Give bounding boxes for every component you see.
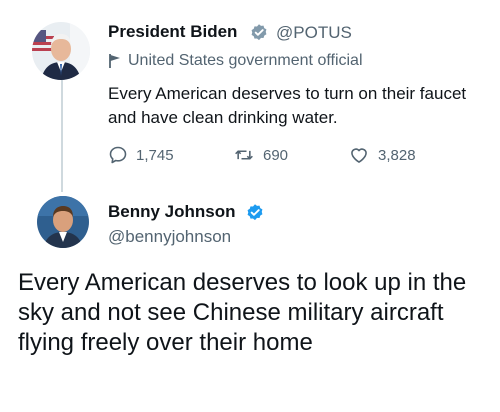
benny-name[interactable]: Benny Johnson [108,202,236,222]
potus-name[interactable]: President Biden [108,22,237,42]
verified-badge-icon [251,24,267,41]
like-icon [351,148,367,163]
government-label-text: United States government official [128,52,363,69]
tweet-text: Every American deserves to turn on their… [108,84,467,127]
potus-avatar[interactable] [32,22,90,80]
thread-line [61,80,63,192]
reply-action[interactable]: 1,745 [108,145,174,165]
reply-icon [109,146,127,164]
retweet-icon [235,150,253,160]
reply-text: Every American deserves to look up in th… [18,269,467,356]
flag-icon [109,54,120,68]
like-action[interactable]: 3,828 [348,145,416,165]
benny-avatar[interactable] [37,196,89,248]
reply-count: 1,745 [136,146,174,164]
retweet-count: 690 [263,146,289,164]
potus-handle[interactable]: @POTUS [276,23,352,43]
like-count: 3,828 [378,146,416,164]
verified-badge-icon [247,204,263,221]
government-label: United States government official [108,52,363,70]
retweet-action[interactable]: 690 [233,145,288,165]
benny-handle[interactable]: @bennyjohnson [108,227,231,247]
